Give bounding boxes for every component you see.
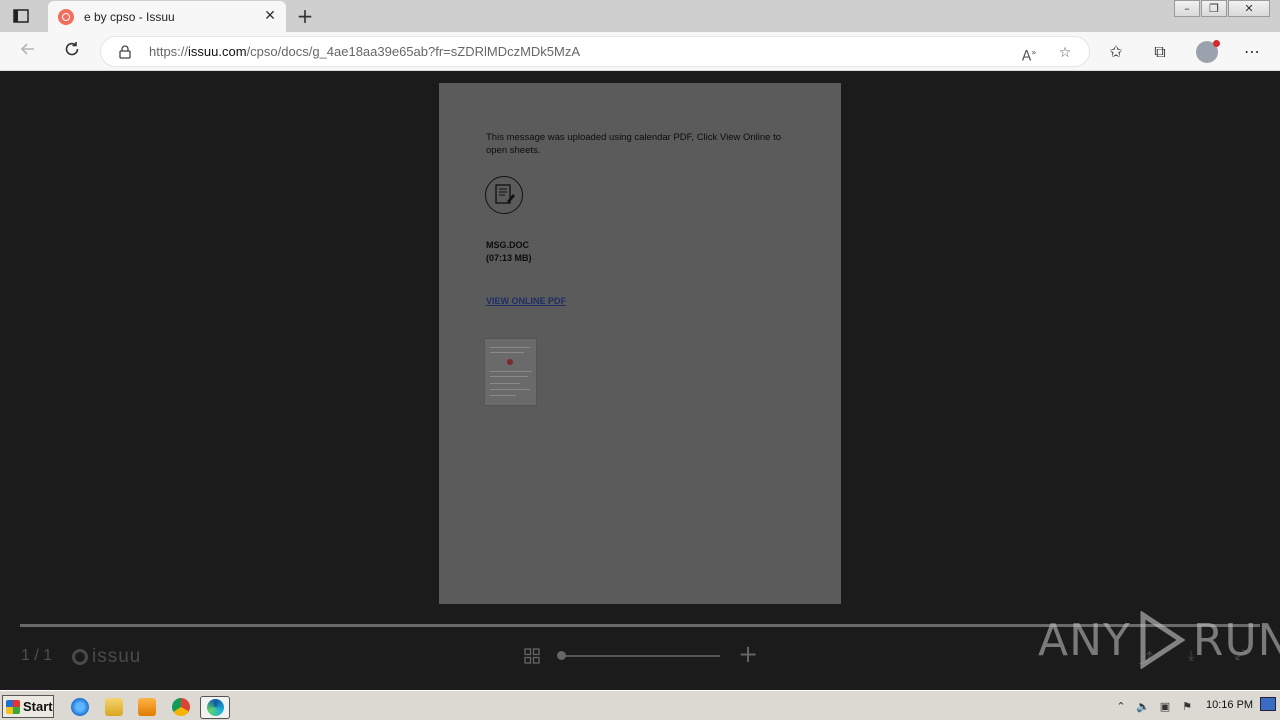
issuu-logo[interactable]: issuu: [72, 646, 141, 668]
url-text[interactable]: https://issuu.com/cpso/docs/g_4ae18aa39e…: [149, 44, 580, 59]
browser-tab-active[interactable]: e by cpso - Issuu ✕: [48, 1, 286, 32]
anyrun-watermark: ANY RUN: [1038, 607, 1280, 673]
more-options-icon[interactable]: ⋯: [1240, 40, 1264, 64]
network-icon[interactable]: ▣: [1158, 700, 1172, 714]
watermark-right-text: RUN: [1192, 614, 1280, 666]
issuu-viewer: This message was uploaded using calendar…: [0, 71, 1280, 690]
refresh-icon: [65, 42, 79, 56]
lock-icon[interactable]: [119, 45, 131, 59]
internet-explorer-icon[interactable]: [71, 698, 89, 716]
zoom-in-button[interactable]: +: [738, 642, 758, 666]
file-size: (07:13 MB): [486, 253, 532, 263]
page-counter: 1 / 1: [21, 647, 53, 664]
volume-icon[interactable]: 🔈: [1136, 700, 1150, 714]
media-player-icon[interactable]: [138, 698, 156, 716]
tab-actions-button[interactable]: [10, 6, 32, 26]
grid-view-icon[interactable]: [524, 648, 540, 664]
add-favorite-icon[interactable]: ☆: [1055, 43, 1075, 63]
zoom-slider-handle[interactable]: [557, 651, 566, 660]
file-name: MSG.DOC: [486, 240, 530, 250]
document-message: This message was uploaded using calendar…: [486, 132, 782, 156]
window-controls: – ❐ ✕: [1173, 0, 1270, 18]
document-page: This message was uploaded using calendar…: [439, 83, 841, 604]
action-center-flag-icon[interactable]: ⚑: [1180, 700, 1194, 714]
file-explorer-icon[interactable]: [105, 698, 123, 716]
start-button[interactable]: Start: [2, 695, 54, 718]
view-online-pdf-link[interactable]: VIEW ONLINE PDF: [486, 296, 566, 306]
document-thumbnail[interactable]: [484, 338, 537, 406]
restore-button[interactable]: ❐: [1201, 0, 1227, 17]
new-tab-button[interactable]: +: [294, 5, 316, 27]
watermark-left-text: ANY: [1038, 614, 1131, 666]
close-window-button[interactable]: ✕: [1228, 0, 1270, 17]
windows-logo-icon: [6, 699, 20, 714]
play-icon: [1140, 611, 1186, 669]
edge-taskbar-button[interactable]: [200, 696, 230, 719]
minimize-button[interactable]: –: [1174, 0, 1200, 17]
tab-actions-icon: [13, 9, 29, 23]
tab-bar: e by cpso - Issuu ✕ + – ❐ ✕: [0, 0, 1280, 32]
zoom-slider[interactable]: [560, 655, 720, 657]
file-info: MSG.DOC (07:13 MB): [486, 239, 532, 265]
browser-toolbar: https://issuu.com/cpso/docs/g_4ae18aa39e…: [0, 32, 1280, 71]
read-aloud-icon[interactable]: A»: [1019, 43, 1039, 65]
arrow-left-icon: [20, 43, 34, 55]
show-desktop-button[interactable]: [1260, 697, 1276, 711]
issuu-logo-text: issuu: [92, 646, 142, 667]
tray-expand-icon[interactable]: ⌃: [1114, 700, 1128, 714]
system-tray: ⌃ 🔈 ▣ ⚑: [1106, 695, 1280, 718]
favorites-icon[interactable]: ✩: [1104, 40, 1128, 64]
windows-taskbar: Start ⌃ 🔈 ▣ ⚑ 10:16 PM: [0, 690, 1280, 720]
tab-close-icon[interactable]: ✕: [262, 8, 278, 24]
issuu-favicon-icon: [58, 8, 74, 25]
address-bar[interactable]: https://issuu.com/cpso/docs/g_4ae18aa39e…: [100, 36, 1090, 67]
tab-title: e by cpso - Issuu: [84, 9, 175, 24]
document-file-icon: [485, 176, 523, 214]
refresh-button[interactable]: [60, 40, 84, 64]
profile-avatar[interactable]: [1196, 40, 1220, 63]
collections-icon[interactable]: ⧉: [1148, 40, 1172, 64]
edge-icon: [207, 699, 224, 716]
chrome-icon[interactable]: [172, 698, 190, 716]
back-button[interactable]: [16, 40, 40, 64]
taskbar-clock[interactable]: 10:16 PM: [1206, 699, 1253, 711]
issuu-logo-icon: [72, 649, 88, 665]
start-label: Start: [23, 699, 53, 714]
